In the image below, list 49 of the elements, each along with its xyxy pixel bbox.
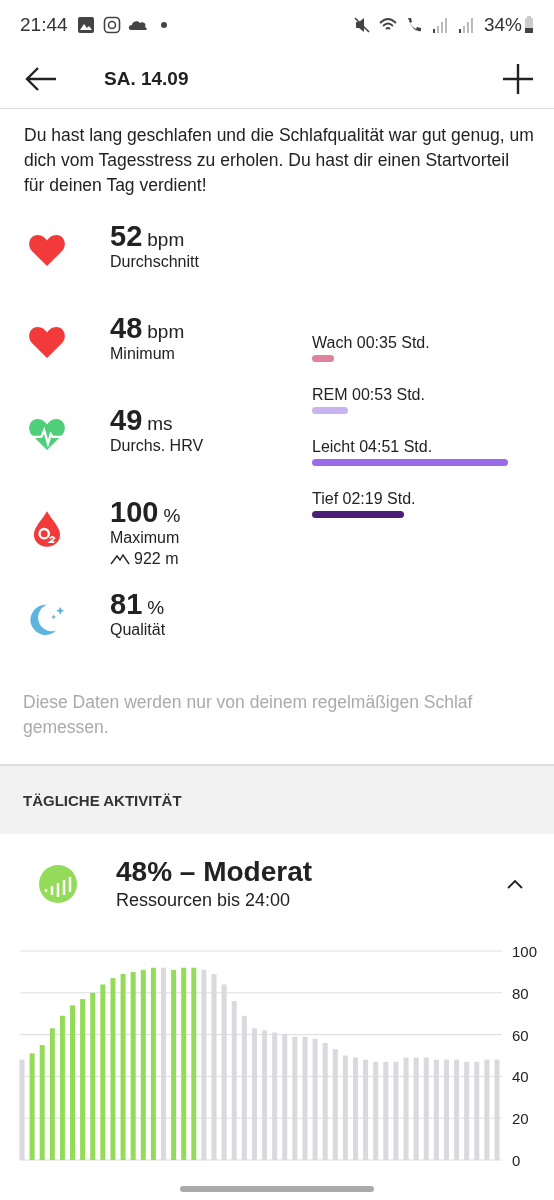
camera-icon [101, 15, 122, 35]
resources-subtitle: Ressourcen bis 24:00 [116, 890, 292, 911]
metric-value: 49 [110, 404, 143, 436]
axis-tick-label: 80 [512, 984, 529, 1002]
metric-label: Durchs. HRV [110, 437, 204, 455]
moon-stars-icon [28, 602, 66, 636]
axis-tick-label: 0 [512, 1152, 521, 1168]
metric-unit: bpm [147, 229, 185, 251]
plus-icon[interactable] [502, 63, 534, 95]
info-note: Diese Daten werden nur von deinem regelmäßigen Schlaf gemessen. [23, 691, 474, 739]
image-icon [75, 15, 96, 35]
metric-value: 52 [110, 220, 143, 252]
status-time: 21:44 [20, 14, 68, 36]
axis-tick-label: 20 [512, 1110, 529, 1128]
metric-unit: bpm [147, 321, 185, 343]
metric-label: Maximum [110, 529, 181, 547]
mountain-icon [110, 553, 130, 565]
section-title: TÄGLICHE AKTIVITÄT [23, 791, 182, 809]
sleep-stage-label: REM 00:53 Std. [312, 386, 426, 404]
altitude-value: 922 m [134, 550, 179, 568]
sleep-summary: Du hast lang geschlafen und die Schlafqualität war gut genug, um dich vom Tagesstress zu erholen. Du hast dir einen Startvorteil für deinen Tag verdient! [24, 124, 534, 197]
metric-label: Durchschnitt [110, 253, 199, 271]
heart-pulse-icon [28, 418, 66, 452]
metric-label: Qualität [110, 621, 166, 639]
sleep-stage-label: Tief 02:19 Std. [312, 490, 417, 508]
blood-drop-icon [33, 510, 61, 548]
axis-tick-label: 100 [512, 943, 538, 960]
battery-level: 34% [483, 14, 522, 36]
axis-tick-label: 60 [512, 1026, 529, 1044]
heart-icon [28, 234, 66, 268]
sleep-stage-label: Leicht 04:51 Std. [312, 438, 434, 456]
heart-icon [28, 326, 66, 360]
metric-unit: % [147, 597, 165, 619]
axis-tick-label: 40 [512, 1068, 529, 1086]
chevron-icon[interactable] [506, 877, 524, 890]
metric-unit: ms [147, 413, 173, 435]
back-arrow-icon[interactable] [24, 66, 58, 92]
metric-label: Minimum [110, 345, 176, 363]
metric-value: 48 [110, 312, 143, 344]
resources-title: 48% – Moderat [116, 856, 314, 888]
sleep-stage-label: Wach 00:35 Std. [312, 334, 431, 352]
metric-unit: % [163, 505, 181, 527]
date-title: SA. 14.09 [104, 68, 190, 90]
mute-icon [351, 15, 372, 35]
dot-icon [159, 21, 168, 29]
metric-value: 81 [110, 588, 143, 620]
battery-icon [524, 16, 534, 34]
resources-icon [38, 863, 78, 904]
metric-value: 100 [110, 496, 159, 528]
